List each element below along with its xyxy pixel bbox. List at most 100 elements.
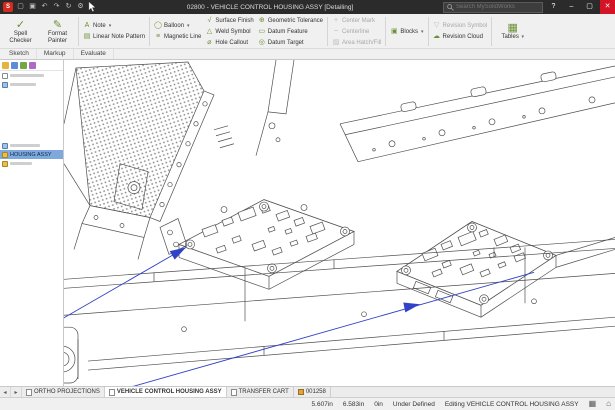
graphics-area[interactable]: .ln { fill:none; stroke:#4f4f4f; stroke-… [64,60,615,386]
cursor-x-coordinate: 5.607in [311,400,333,408]
leader-arrow [403,302,420,313]
sheet-nav-next-icon[interactable]: ▸ [11,387,22,397]
save-icon[interactable]: ▣ [28,0,37,14]
pcb-assembly-right-view[interactable] [396,221,615,318]
note-icon: A [84,22,90,29]
sheet-tab-vehicle-control-housing-assy[interactable]: VEHICLE CONTROL HOUSING ASSY [104,387,227,397]
rebuild-icon[interactable]: ↻ [64,0,73,14]
top-cover-plate-view[interactable] [339,65,615,163]
revision-symbol-button[interactable]: ▽ Revision Symbol [431,21,490,31]
pcb-assembly-left-view[interactable] [159,199,355,290]
status-bar: 5.607in 6.583in 0in Under Defined Editin… [0,397,615,410]
close-button[interactable]: ✕ [600,0,615,14]
linear-note-pattern-button[interactable]: ▤ Linear Note Pattern [81,32,147,42]
maximize-button[interactable]: ▢ [582,0,597,14]
magnetic-line-button[interactable]: ≡ Magnetic Line [152,32,203,42]
sheet-nav-prev-icon[interactable]: ◂ [0,387,11,397]
tables-icon: ▦ [507,22,518,35]
center-mark-button[interactable]: + Center Mark [330,16,383,26]
area-hatch-fill-icon: ▨ [332,38,340,46]
drawing-viewport[interactable]: .ln { fill:none; stroke:#4f4f4f; stroke-… [64,60,615,386]
geometric-tolerance-button[interactable]: ⊕ Geometric Tolerance [256,16,325,26]
assembly-icon [2,160,8,167]
tree-item[interactable] [0,71,63,80]
tables-dropdown-arrow-icon[interactable]: ▾ [521,34,524,40]
select-cursor-icon[interactable] [88,2,97,12]
blocks-icon: ▣ [391,27,398,35]
tree-item[interactable] [0,141,63,150]
tree-item[interactable] [0,159,63,168]
titlebar: S ▢ ▣ ↶ ↷ ↻ ⚙ 02800 - VEHICLE CONTROL HO… [0,0,615,14]
spell-checker-button[interactable]: ✓ Spell Checker [2,15,39,48]
balloon-icon: ◯ [154,22,162,29]
spell-checker-label-1: Spell [13,31,28,37]
blocks-dropdown-arrow-icon[interactable]: ▾ [421,29,424,35]
ribbon-separator [78,17,79,46]
sheet-tab-transfer-cart[interactable]: TRANSFER CART [227,387,294,397]
commandmanager-tab-row: Sketch Markup Evaluate [0,49,615,60]
datum-feature-button[interactable]: ▭ Datum Feature [256,27,325,37]
revision-cloud-button[interactable]: ☁ Revision Cloud [431,32,490,42]
center-mark-icon: + [333,16,339,24]
format-painter-button[interactable]: ✎ Format Painter [39,15,76,48]
drawing-sheet-icon [2,72,8,79]
feature-manager-panel: HOUSING ASSY [0,60,64,386]
tab-sketch[interactable]: Sketch [2,49,37,59]
datum-target-icon: ◎ [258,38,265,46]
cursor-z-coordinate: 0in [374,400,383,408]
hole-callout-icon: ⌀ [207,38,212,46]
search-box[interactable] [443,1,543,13]
blocks-button[interactable]: ▣ Blocks ▾ [388,27,425,37]
datum-target-button[interactable]: ◎ Datum Target [256,38,325,48]
cursor-y-coordinate: 6.583in [342,400,365,408]
geometric-tolerance-icon: ⊕ [258,16,265,24]
centerline-button[interactable]: ╌ Centerline [330,27,383,37]
tree-item[interactable] [0,80,63,89]
weld-symbol-button[interactable]: △ Weld Symbol [203,27,255,37]
feature-manager-tab-strip [0,60,63,71]
linear-note-pattern-icon: ▤ [83,33,91,40]
help-button[interactable]: ? [546,0,561,14]
minimize-button[interactable]: – [564,0,579,14]
options-gear-icon[interactable]: ⚙ [76,0,85,14]
configurationmanager-tab-icon[interactable] [20,61,27,69]
tab-evaluate[interactable]: Evaluate [74,49,114,59]
format-painter-label-2: Painter [47,37,67,44]
sheet-tab-ortho-projections[interactable]: ORTHO PROJECTIONS [22,387,105,397]
commandmanager-ribbon: ✓ Spell Checker ✎ Format Painter A Note ▾ … [0,14,615,49]
balloon-button[interactable]: ◯ Balloon ▾ [152,21,203,31]
surface-finish-button[interactable]: √ Surface Finish [203,16,255,26]
featuremanager-tab-icon[interactable] [2,61,9,69]
search-input[interactable] [456,4,539,10]
ribbon-separator [427,17,429,46]
balloon-dropdown-arrow-icon[interactable]: ▾ [187,23,190,29]
undo-icon[interactable]: ↶ [40,0,49,14]
sheet-icon [26,388,32,396]
area-hatch-fill-button[interactable]: ▨ Area Hatch/Fill [330,38,383,48]
propertymanager-tab-icon[interactable] [11,61,18,69]
tab-markup[interactable]: Markup [37,49,74,59]
surface-finish-icon: √ [207,16,212,24]
home-icon[interactable]: ⌂ [606,398,611,410]
leader-arrow [169,247,186,260]
dimxpert-tab-icon[interactable] [29,61,36,69]
tables-button[interactable]: ▦ Tables ▾ [494,15,531,48]
open-icon[interactable]: ▢ [16,0,25,14]
solidworks-logo-icon: S [3,2,13,12]
note-button[interactable]: A Note ▾ [81,21,147,31]
revision-symbol-icon: ▽ [433,22,440,29]
part-icon [297,389,304,395]
assembly-icon [2,151,8,158]
tree-item-label: HOUSING ASSY [10,151,52,158]
note-dropdown-arrow-icon[interactable]: ▾ [109,23,112,29]
definition-state: Under Defined [392,400,435,408]
sheet-tab-001258[interactable]: 001258 [294,387,331,397]
sheet-tab-bar-filler [331,387,615,397]
pane-toggle-icon[interactable]: ▦ [589,398,597,410]
tree-item-housing-assy[interactable]: HOUSING ASSY [0,150,63,159]
hole-callout-button[interactable]: ⌀ Hole Callout [203,38,255,48]
ribbon-separator [327,17,328,46]
redo-icon[interactable]: ↷ [52,0,61,14]
drawing-view-icon [2,142,8,149]
datum-feature-icon: ▭ [258,27,266,35]
